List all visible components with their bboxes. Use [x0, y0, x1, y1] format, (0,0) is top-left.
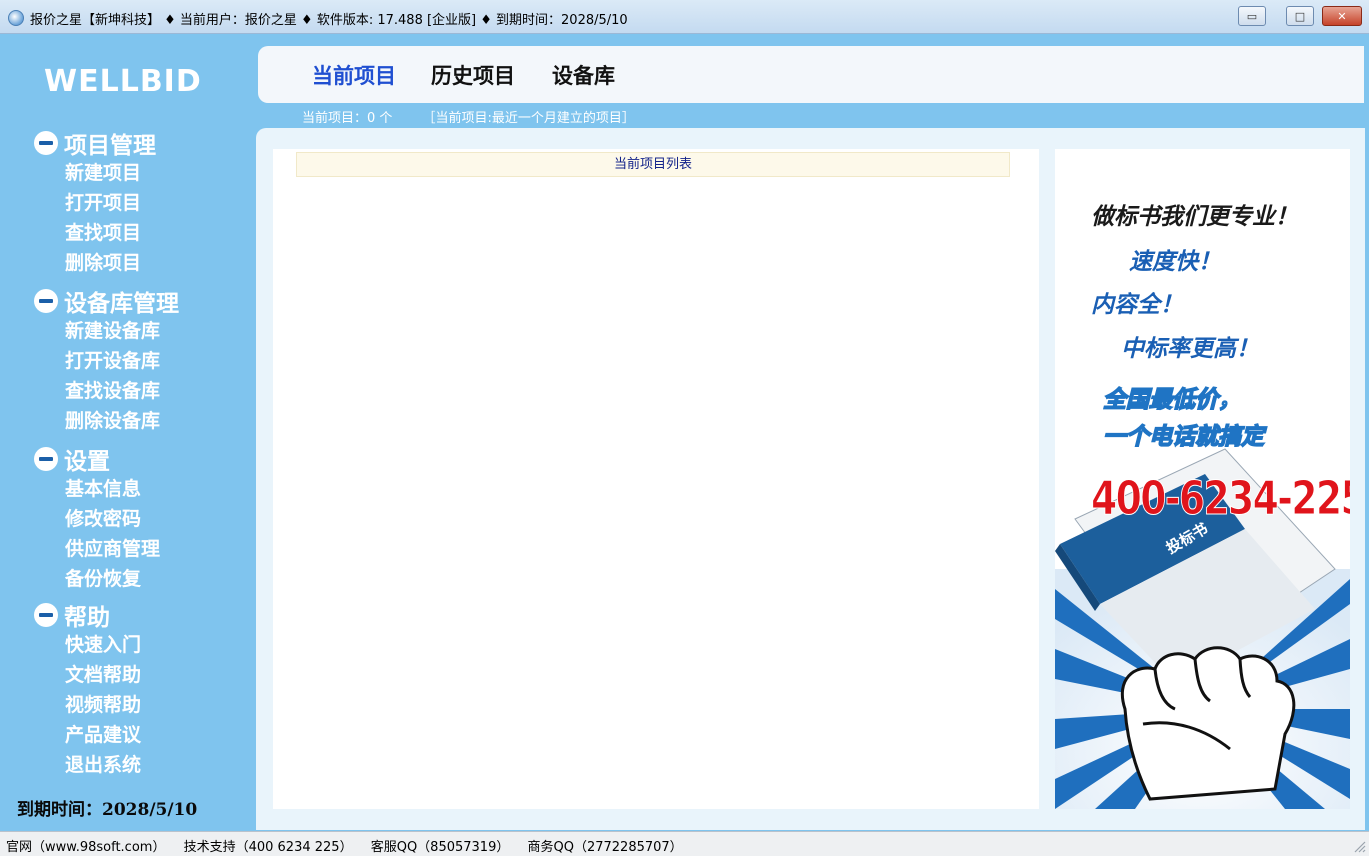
group-header-project[interactable]: 项目管理	[34, 128, 156, 159]
menu-item-new-project[interactable]: 新建项目	[34, 158, 156, 188]
menu-item-backup-restore[interactable]: 备份恢复	[34, 564, 160, 594]
minimize-button[interactable]: ▭	[1238, 6, 1266, 26]
status-support: 技术支持（400 6234 225）	[183, 840, 353, 855]
menu-item-video-help[interactable]: 视频帮助	[34, 690, 141, 720]
window-title: 报价之星【新坤科技】 ♦ 当前用户：报价之星 ♦ 软件版本: 17.488 [企…	[30, 13, 628, 28]
menu-group-project: 项目管理 新建项目 打开项目 查找项目 删除项目	[34, 128, 156, 278]
menu-item-change-password[interactable]: 修改密码	[34, 504, 160, 534]
group-label: 项目管理	[64, 132, 156, 159]
group-label: 设备库管理	[64, 290, 179, 317]
status-service-qq: 客服QQ（85057319）	[370, 840, 510, 855]
status-business-qq: 商务QQ（2772285707）	[527, 840, 683, 855]
expire-date: 到期时间：2028/5/10	[17, 800, 198, 820]
status-bar: 官网（www.98soft.com） 技术支持（400 6234 225） 客服…	[0, 831, 1369, 856]
menu-item-new-library[interactable]: 新建设备库	[34, 316, 179, 346]
group-header-settings[interactable]: 设置	[34, 444, 160, 475]
menu-item-find-project[interactable]: 查找项目	[34, 218, 156, 248]
project-list-header: 当前项目列表	[296, 152, 1010, 177]
project-summary: 当前项目：0 个 ［当前项目:最近一个月建立的项目］	[302, 107, 661, 126]
menu-item-basic-info[interactable]: 基本信息	[34, 474, 160, 504]
collapse-icon[interactable]	[34, 131, 58, 155]
menu-item-find-library[interactable]: 查找设备库	[34, 376, 179, 406]
menu-item-open-library[interactable]: 打开设备库	[34, 346, 179, 376]
ad-slogan-5: 全国最低价，	[1102, 386, 1242, 414]
menu-group-settings: 设置 基本信息 修改密码 供应商管理 备份恢复	[34, 444, 160, 594]
group-header-help[interactable]: 帮助	[34, 600, 141, 631]
resize-grip-icon[interactable]	[1352, 839, 1366, 853]
menu-group-help: 帮助 快速入门 文档帮助 视频帮助 产品建议 退出系统	[34, 600, 141, 780]
close-button[interactable]: ✕	[1322, 6, 1362, 26]
group-label: 设置	[64, 448, 110, 475]
ad-slogan-3: 内容全！	[1091, 292, 1183, 318]
menu-item-supplier-management[interactable]: 供应商管理	[34, 534, 160, 564]
menu-item-delete-library[interactable]: 删除设备库	[34, 406, 179, 436]
tab-current-projects[interactable]: 当前项目	[312, 60, 396, 90]
menu-item-quick-start[interactable]: 快速入门	[34, 630, 141, 660]
menu-group-equipment: 设备库管理 新建设备库 打开设备库 查找设备库 删除设备库	[34, 286, 179, 436]
status-text: 官网（www.98soft.com） 技术支持（400 6234 225） 客服…	[6, 836, 697, 855]
menu-item-product-suggestion[interactable]: 产品建议	[34, 720, 141, 750]
menu-item-doc-help[interactable]: 文档帮助	[34, 660, 141, 690]
ad-banner[interactable]: 投标书 做标书我们更专业！ 速度快！ 内容全！ 中标率更高！ 全国最低价， 一个…	[1055, 149, 1350, 809]
menu-item-exit[interactable]: 退出系统	[34, 750, 141, 780]
project-list-panel[interactable]: 当前项目列表	[273, 149, 1039, 809]
maximize-button[interactable]: □	[1286, 6, 1314, 26]
tab-equipment-library[interactable]: 设备库	[552, 60, 615, 90]
project-hint: ［当前项目:最近一个月建立的项目］	[422, 111, 635, 126]
menu-item-delete-project[interactable]: 删除项目	[34, 248, 156, 278]
logo: WELLBID	[44, 64, 202, 99]
fist-illustration	[1120, 646, 1296, 801]
ad-slogan-1: 做标书我们更专业！	[1091, 204, 1298, 230]
ad-phone-number: 400-6234-225	[1091, 471, 1350, 526]
collapse-icon[interactable]	[34, 603, 58, 627]
app-icon	[8, 10, 24, 26]
menu-item-open-project[interactable]: 打开项目	[34, 188, 156, 218]
tab-bar: 当前项目 历史项目 设备库	[258, 46, 1364, 103]
group-header-equipment[interactable]: 设备库管理	[34, 286, 179, 317]
status-website[interactable]: 官网（www.98soft.com）	[6, 840, 165, 855]
collapse-icon[interactable]	[34, 447, 58, 471]
project-count: 当前项目：0 个	[302, 111, 393, 126]
title-bar: 报价之星【新坤科技】 ♦ 当前用户：报价之星 ♦ 软件版本: 17.488 [企…	[0, 0, 1369, 34]
group-label: 帮助	[64, 604, 110, 631]
tab-history-projects[interactable]: 历史项目	[431, 60, 515, 90]
collapse-icon[interactable]	[34, 289, 58, 313]
ad-slogan-6: 一个电话就搞定	[1102, 423, 1265, 451]
ad-slogan-2: 速度快！	[1129, 249, 1221, 275]
ad-slogan-4: 中标率更高！	[1121, 336, 1259, 362]
